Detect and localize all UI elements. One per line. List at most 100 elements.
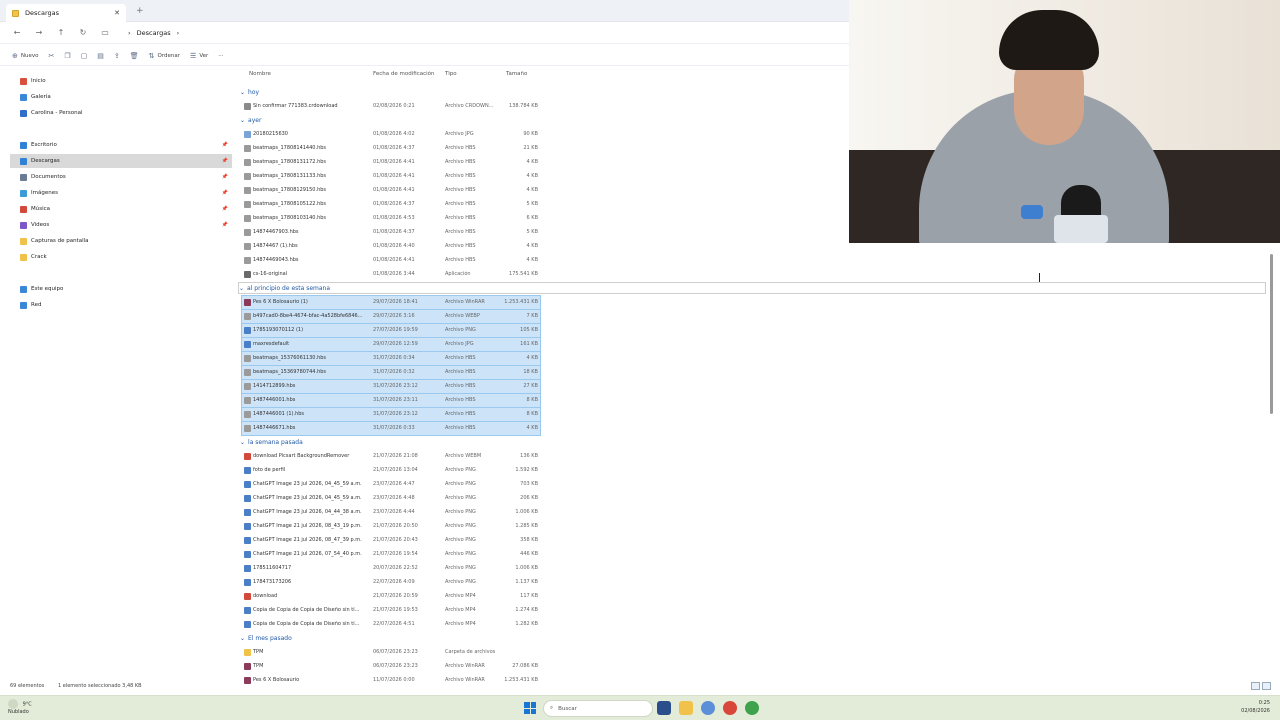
file-row[interactable]: b497cad0-8be4-4674-bfac-4a528bfe6846... 2…	[241, 309, 541, 324]
breadcrumb-descargas[interactable]: Descargas	[137, 29, 171, 37]
file-row[interactable]: 14874467903.hbs 01/08/2026 4:37 Archivo HB…	[242, 226, 540, 239]
more-options-button[interactable]: ···	[218, 53, 223, 59]
scrollbar[interactable]	[1268, 244, 1276, 684]
forward-arrow-icon[interactable]: →	[34, 28, 44, 37]
file-row[interactable]: 178473173206 22/07/2026 4:09 Archivo PNG 1.…	[242, 576, 540, 589]
sidebar-item[interactable]: Capturas de pantalla	[10, 234, 232, 248]
sidebar-item[interactable]: Videos 📌	[10, 218, 232, 232]
file-row[interactable]: Copia de Copia de Copia de Diseño sin tí…	[242, 604, 540, 617]
file-row[interactable]: 1414712899.hbs 31/07/2026 23:12 Archivo HB…	[241, 379, 541, 394]
file-row[interactable]: maxresdefault 29/07/2026 12:59 Archivo JPG…	[241, 337, 541, 352]
file-row[interactable]: 1487446001 (1).hbs 31/07/2026 23:12 Archiv…	[241, 407, 541, 422]
weather-widget[interactable]: 9°C Nublado	[8, 699, 32, 716]
new-button[interactable]: ⊕ Nuevo	[12, 52, 38, 60]
file-row[interactable]: Pes 6 X Bolosaurio (1) 29/07/2026 18:41 Ar…	[241, 295, 541, 310]
system-clock[interactable]: 0:25 02/08/2026	[1241, 699, 1270, 715]
discord-icon[interactable]	[701, 701, 715, 715]
cut-icon[interactable]: ✂	[48, 52, 54, 60]
close-icon[interactable]: ✕	[114, 9, 120, 17]
file-row[interactable]: ChatGPT Image 21 jul 2026, 08_43_19 p.m.…	[242, 520, 540, 533]
copy-icon[interactable]: ❐	[64, 52, 70, 60]
sort-button[interactable]: ⇅ Ordenar	[149, 52, 180, 60]
file-row[interactable]: beatmaps_17808105122.hbs 01/08/2026 4:37 A…	[242, 198, 540, 211]
file-explorer-icon[interactable]	[679, 701, 693, 715]
file-row[interactable]: 178511604717 20/07/2026 22:52 Archivo PNG 1…	[242, 562, 540, 575]
sidebar-item[interactable]: Imágenes 📌	[10, 186, 232, 200]
sidebar-item[interactable]: Descargas 📌	[10, 154, 232, 168]
file-row[interactable]: 1785193070112 (1) 27/07/2026 19:59 Archivo…	[241, 323, 541, 338]
file-row[interactable]: download 21/07/2026 20:59 Archivo MP4 117 K…	[242, 590, 540, 603]
sidebar-item[interactable]: Escritorio 📌	[10, 138, 232, 152]
file-row[interactable]: TPM 06/07/2026 23:23 Archivo WinRAR 27.086 …	[242, 660, 540, 673]
sidebar-item[interactable]: Música 📌	[10, 202, 232, 216]
tab-descargas[interactable]: Descargas ✕	[6, 4, 126, 22]
file-row[interactable]: TPM 06/07/2026 23:23 Carpeta de archivos	[242, 646, 540, 659]
chrome-icon[interactable]	[745, 701, 759, 715]
file-row[interactable]: Copia de Copia de Copia de Diseño sin tí…	[242, 618, 540, 631]
file-row[interactable]: cs-16-original 01/08/2026 3:44 Aplicación 1…	[242, 268, 540, 281]
column-header-date[interactable]: Fecha de modificación	[373, 71, 435, 77]
file-row[interactable]: ChatGPT Image 23 jul 2026, 04_45_59 a.m.…	[242, 478, 540, 491]
pin-icon[interactable]: 📌	[222, 142, 228, 148]
details-view-icon[interactable]	[1251, 682, 1260, 690]
delete-icon[interactable]: 🗑	[130, 52, 139, 60]
up-arrow-icon[interactable]: ↑	[56, 28, 66, 37]
task-view-icon[interactable]	[657, 701, 671, 715]
refresh-icon[interactable]: ↻	[78, 28, 88, 37]
pin-icon[interactable]: 📌	[222, 206, 228, 212]
file-row[interactable]: ChatGPT Image 23 jul 2026, 04_45_59 a.m.…	[242, 492, 540, 505]
windows-start-icon[interactable]	[524, 702, 536, 714]
file-row[interactable]: beatmaps_17808131133.hbs 01/08/2026 4:41 A…	[242, 170, 540, 183]
sidebar-item[interactable]: Red	[10, 298, 232, 312]
file-row[interactable]: 14874467 (1).hbs 01/08/2026 4:40 Archivo H…	[242, 240, 540, 253]
file-row[interactable]: Sin confirmar 771383.crdownload 02/08/202…	[242, 100, 540, 113]
sidebar-item[interactable]: Documentos 📌	[10, 170, 232, 184]
sidebar-item[interactable]: Inicio	[10, 74, 232, 88]
group-header[interactable]: ⌄ hoy	[240, 86, 259, 98]
share-icon[interactable]: ⇪	[114, 52, 120, 60]
pin-icon[interactable]: 📌	[222, 158, 228, 164]
file-row[interactable]: beatmaps_17808103140.hbs 01/08/2026 4:53 A…	[242, 212, 540, 225]
taskbar-search[interactable]: ⌕ Buscar	[543, 700, 653, 717]
file-row[interactable]: beatmaps_17808131172.hbs 01/08/2026 4:41 A…	[242, 156, 540, 169]
file-row[interactable]: beatmaps_17808141440.hbs 01/08/2026 4:37 A…	[242, 142, 540, 155]
view-button[interactable]: ☰ Ver	[190, 52, 208, 60]
scrollbar-thumb[interactable]	[1270, 254, 1273, 414]
column-header-size[interactable]: Tamaño	[506, 71, 527, 77]
new-tab-button[interactable]: +	[136, 6, 144, 16]
file-row[interactable]: beatmaps_15369780744.hbs 31/07/2026 0:32 A…	[241, 365, 541, 380]
monitor-icon[interactable]: ▭	[100, 28, 110, 37]
pin-icon[interactable]: 📌	[222, 190, 228, 196]
group-header[interactable]: ⌄ ayer	[240, 114, 261, 126]
sidebar-item[interactable]: Galería	[10, 90, 232, 104]
group-header[interactable]: ⌄ al principio de esta semana	[238, 282, 1266, 294]
file-row[interactable]: 20180215630 01/08/2026 4:02 Archivo JPG 90 …	[242, 128, 540, 141]
file-row[interactable]: ChatGPT Image 21 jul 2026, 08_47_39 p.m.…	[242, 534, 540, 547]
file-row[interactable]: 14874469043.hbs 01/08/2026 4:41 Archivo HB…	[242, 254, 540, 267]
sidebar-item[interactable]: Este equipo	[10, 282, 232, 296]
back-arrow-icon[interactable]: ←	[12, 28, 22, 37]
rename-icon[interactable]: ▤	[97, 52, 104, 60]
game-app-icon[interactable]	[723, 701, 737, 715]
file-row[interactable]: ChatGPT Image 21 jul 2026, 07_54_40 p.m.…	[242, 548, 540, 561]
file-row[interactable]: download Picsart BackgroundRemover 21/07/…	[242, 450, 540, 463]
breadcrumb[interactable]: › Descargas ›	[128, 29, 179, 37]
group-header[interactable]: ⌄ la semana pasada	[240, 436, 303, 448]
sidebar-item[interactable]: Crack	[10, 250, 232, 264]
file-name: ChatGPT Image 23 jul 2026, 04_44_38 a.m.	[253, 509, 362, 515]
file-row[interactable]: 1487446671.hbs 31/07/2026 0:33 Archivo HBS…	[241, 421, 541, 436]
paste-icon[interactable]: ▢	[81, 52, 88, 60]
file-row[interactable]: beatmaps_15376061130.hbs 31/07/2026 0:34 A…	[241, 351, 541, 366]
pin-icon[interactable]: 📌	[222, 222, 228, 228]
column-header-name[interactable]: Nombre	[249, 71, 271, 77]
tiles-view-icon[interactable]	[1262, 682, 1271, 690]
file-row[interactable]: foto de perfil 21/07/2026 13:04 Archivo PN…	[242, 464, 540, 477]
file-row[interactable]: 1487446001.hbs 31/07/2026 23:11 Archivo HB…	[241, 393, 541, 408]
column-header-type[interactable]: Tipo	[445, 71, 457, 77]
sidebar-item[interactable]: Carolina - Personal	[10, 106, 232, 120]
pin-icon[interactable]: 📌	[222, 174, 228, 180]
sidebar-item-label: Música	[31, 206, 51, 212]
file-row[interactable]: beatmaps_17808129150.hbs 01/08/2026 4:41 A…	[242, 184, 540, 197]
group-header[interactable]: ⌄ El mes pasado	[240, 632, 292, 644]
file-row[interactable]: ChatGPT Image 23 jul 2026, 04_44_38 a.m.…	[242, 506, 540, 519]
